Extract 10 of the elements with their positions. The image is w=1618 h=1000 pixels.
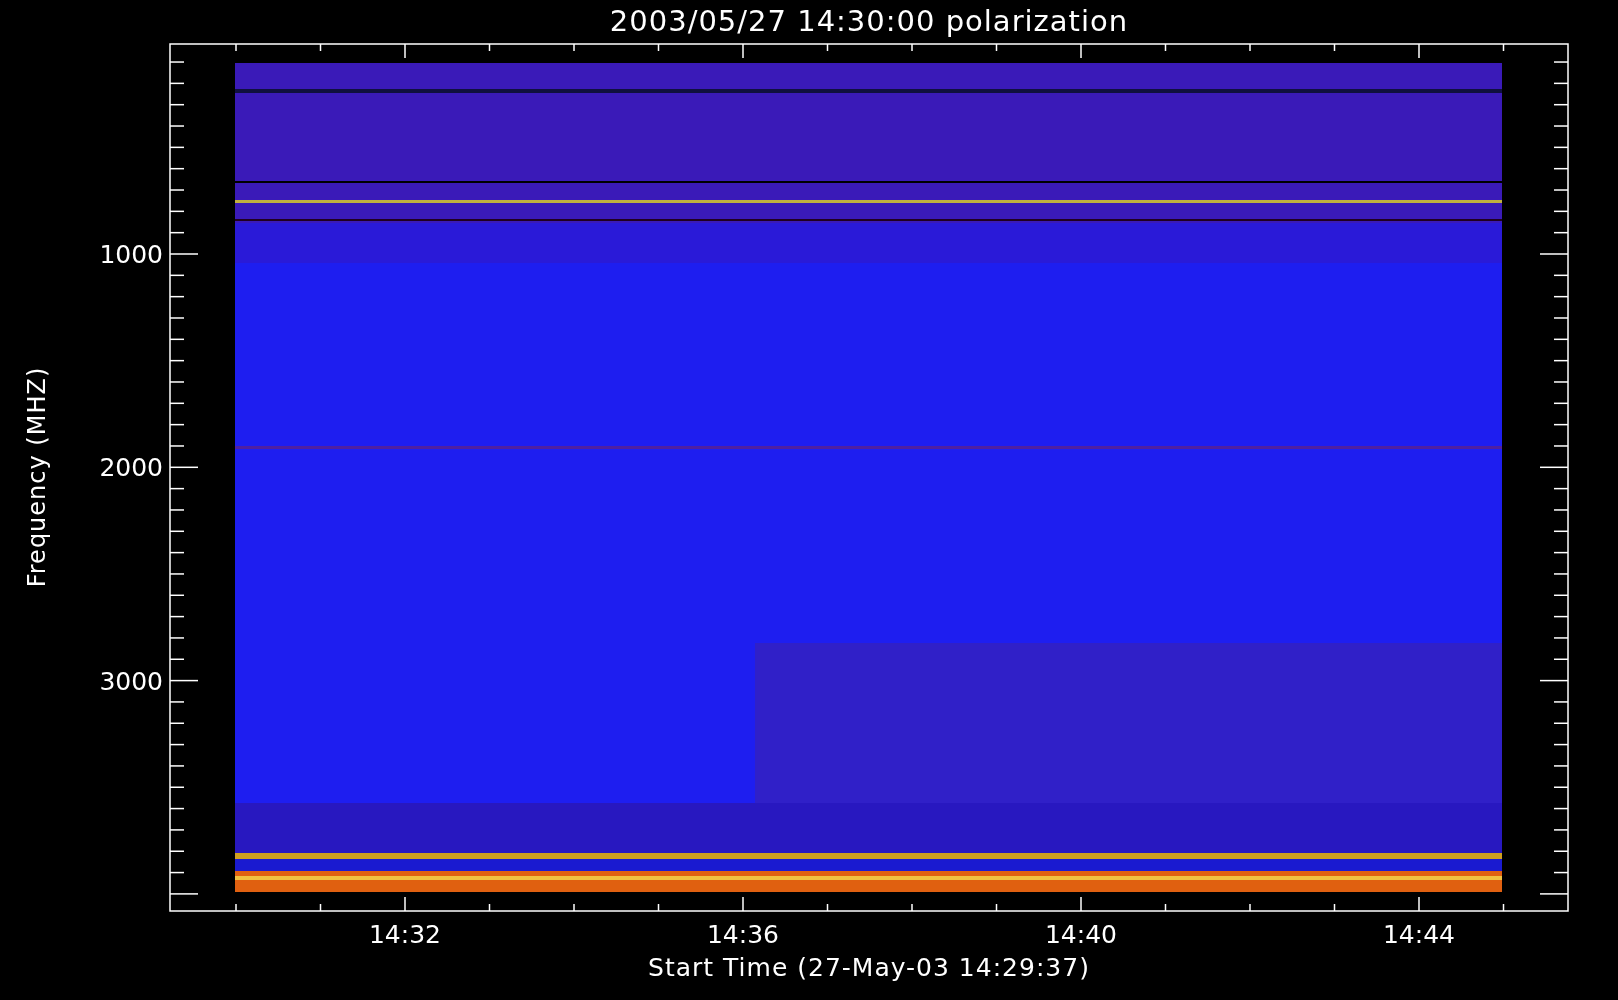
x-axis-label: Start Time (27-May-03 14:29:37)	[648, 953, 1090, 982]
y-tick-label: 3000	[99, 666, 163, 696]
x-tick-label: 14:32	[369, 920, 441, 949]
x-tick-label: 14:44	[1383, 920, 1455, 949]
x-tick-label: 14:36	[707, 920, 779, 949]
y-tick-label: 1000	[99, 240, 163, 269]
plot-title: 2003/05/27 14:30:00 polarization	[609, 7, 1129, 36]
y-tick-label: 2000	[99, 453, 163, 483]
x-tick-label: 14:40	[1045, 920, 1117, 949]
y-axis-label: Frequency (MHZ)	[23, 366, 52, 588]
